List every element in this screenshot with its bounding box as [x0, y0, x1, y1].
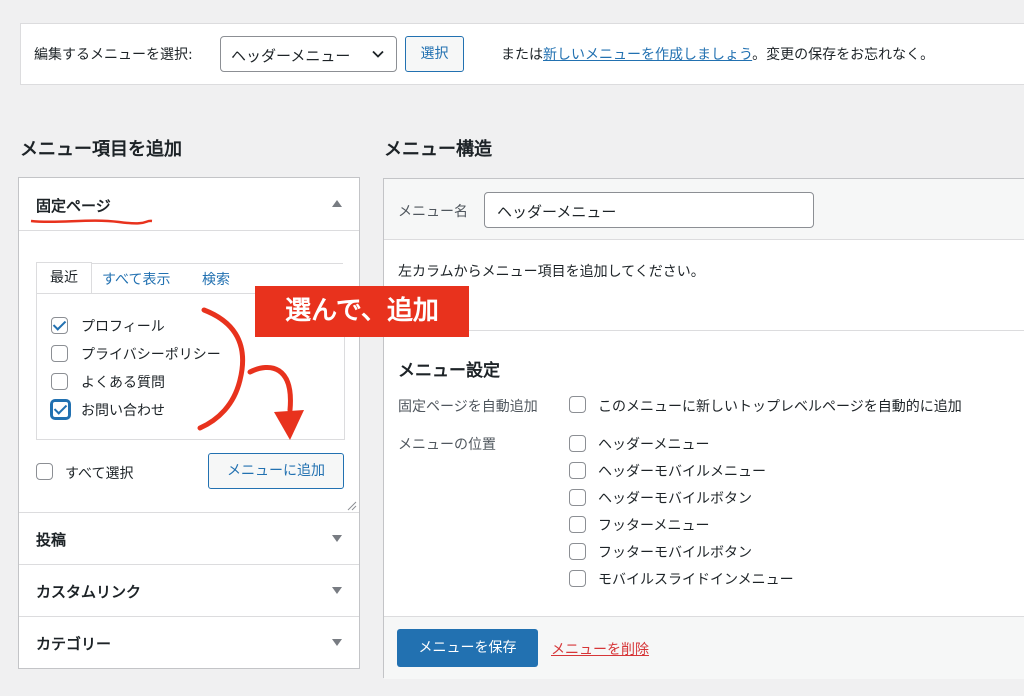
- expand-arrow-icon: [332, 639, 342, 646]
- delete-menu-link[interactable]: メニューを削除: [551, 639, 649, 659]
- location-checkbox[interactable]: [569, 435, 586, 452]
- location-label: フッターメニュー: [598, 518, 710, 534]
- page-checkbox[interactable]: [51, 400, 70, 419]
- select-button[interactable]: 選択: [405, 36, 464, 72]
- expand-arrow-icon: [332, 587, 342, 594]
- selected-menu-value: ヘッダーメニュー: [231, 47, 351, 65]
- categories-section-header[interactable]: カテゴリー: [19, 617, 359, 668]
- page-checkbox[interactable]: [51, 345, 68, 362]
- section-divider: [19, 230, 359, 231]
- select-menu-label: 編集するメニューを選択:: [34, 47, 193, 63]
- tab-view-all[interactable]: すべて表示: [102, 269, 170, 289]
- expand-arrow-icon: [332, 535, 342, 542]
- page-label: よくある質問: [81, 375, 165, 391]
- menu-settings-title: メニュー設定: [398, 361, 500, 381]
- location-checkbox[interactable]: [569, 543, 586, 560]
- red-underline-annotation: [30, 219, 153, 225]
- instruction-text: 左カラムからメニュー項目を追加してください。: [398, 264, 705, 280]
- custom-links-section-title: カスタムリンク: [36, 583, 142, 601]
- page-checkbox[interactable]: [51, 317, 68, 334]
- collapse-arrow-icon: [332, 200, 342, 207]
- pages-section-header[interactable]: 固定ページ: [19, 178, 359, 230]
- location-option[interactable]: ヘッダーモバイルボタン: [569, 488, 869, 508]
- select-all-checkbox[interactable]: [36, 463, 53, 480]
- auto-add-checkbox[interactable]: [569, 396, 586, 413]
- location-checkbox[interactable]: [569, 489, 586, 506]
- auto-add-label: 固定ページを自動追加: [398, 399, 538, 415]
- resize-handle-icon[interactable]: [345, 499, 357, 511]
- location-label: フッターモバイルボタン: [598, 545, 752, 561]
- location-label: ヘッダーメニュー: [598, 437, 710, 453]
- location-option[interactable]: フッターモバイルボタン: [569, 542, 869, 562]
- menu-name-label: メニュー名: [398, 204, 468, 220]
- menu-name-input[interactable]: ヘッダーメニュー: [484, 192, 814, 228]
- location-option[interactable]: ヘッダーモバイルメニュー: [569, 461, 869, 481]
- save-menu-button[interactable]: メニューを保存: [397, 629, 538, 667]
- menu-structure-panel: メニュー名 ヘッダーメニュー 左カラムからメニュー項目を追加してください。 メニ…: [383, 178, 1024, 679]
- location-option[interactable]: ヘッダーメニュー: [569, 434, 869, 454]
- menu-footer-bar: メニューを保存 メニューを削除: [384, 616, 1024, 679]
- page-checkbox[interactable]: [51, 373, 68, 390]
- location-label: ヘッダーモバイルメニュー: [598, 464, 766, 480]
- select-all-label: すべて選択: [65, 466, 134, 482]
- location-checkbox[interactable]: [569, 516, 586, 533]
- location-option[interactable]: モバイルスライドインメニュー: [569, 569, 869, 589]
- location-label: ヘッダーモバイルボタン: [598, 491, 752, 507]
- page-label: お問い合わせ: [81, 403, 165, 419]
- add-menu-items-heading: メニュー項目を追加: [20, 139, 182, 160]
- section-divider: [384, 330, 1024, 331]
- page-label: プロフィール: [81, 319, 165, 335]
- posts-section-title: 投稿: [36, 531, 67, 549]
- menu-name-bar: メニュー名 ヘッダーメニュー: [384, 179, 1024, 240]
- save-reminder-text: 。変更の保存をお忘れなく。: [752, 47, 935, 63]
- location-checkbox[interactable]: [569, 462, 586, 479]
- location-checkbox[interactable]: [569, 570, 586, 587]
- location-label: モバイルスライドインメニュー: [598, 572, 794, 588]
- annotation-callout: 選んで、追加: [255, 286, 469, 337]
- auto-add-option-label: このメニューに新しいトップレベルページを自動的に追加: [598, 399, 962, 415]
- tab-recent[interactable]: 最近: [36, 262, 92, 296]
- menu-structure-heading: メニュー構造: [384, 139, 492, 160]
- menu-name-value: ヘッダーメニュー: [497, 203, 617, 221]
- create-menu-text: または新しいメニューを作成しましょう。変更の保存をお忘れなく。: [501, 44, 934, 64]
- tab-search[interactable]: 検索: [202, 269, 230, 289]
- or-text: または: [501, 47, 543, 63]
- menu-select-bar: 編集するメニューを選択: ヘッダーメニュー 選択 または新しいメニューを作成しま…: [20, 23, 1024, 85]
- categories-section-title: カテゴリー: [36, 635, 112, 653]
- location-option[interactable]: フッターメニュー: [569, 515, 869, 535]
- pages-section-title: 固定ページ: [36, 197, 111, 215]
- create-new-menu-link[interactable]: 新しいメニューを作成しましょう: [543, 47, 752, 63]
- menu-select-dropdown[interactable]: ヘッダーメニュー: [220, 36, 397, 72]
- custom-links-section-header[interactable]: カスタムリンク: [19, 565, 359, 616]
- chevron-down-icon: [372, 50, 384, 58]
- posts-section-header[interactable]: 投稿: [19, 513, 359, 564]
- menu-location-label: メニューの位置: [398, 437, 496, 453]
